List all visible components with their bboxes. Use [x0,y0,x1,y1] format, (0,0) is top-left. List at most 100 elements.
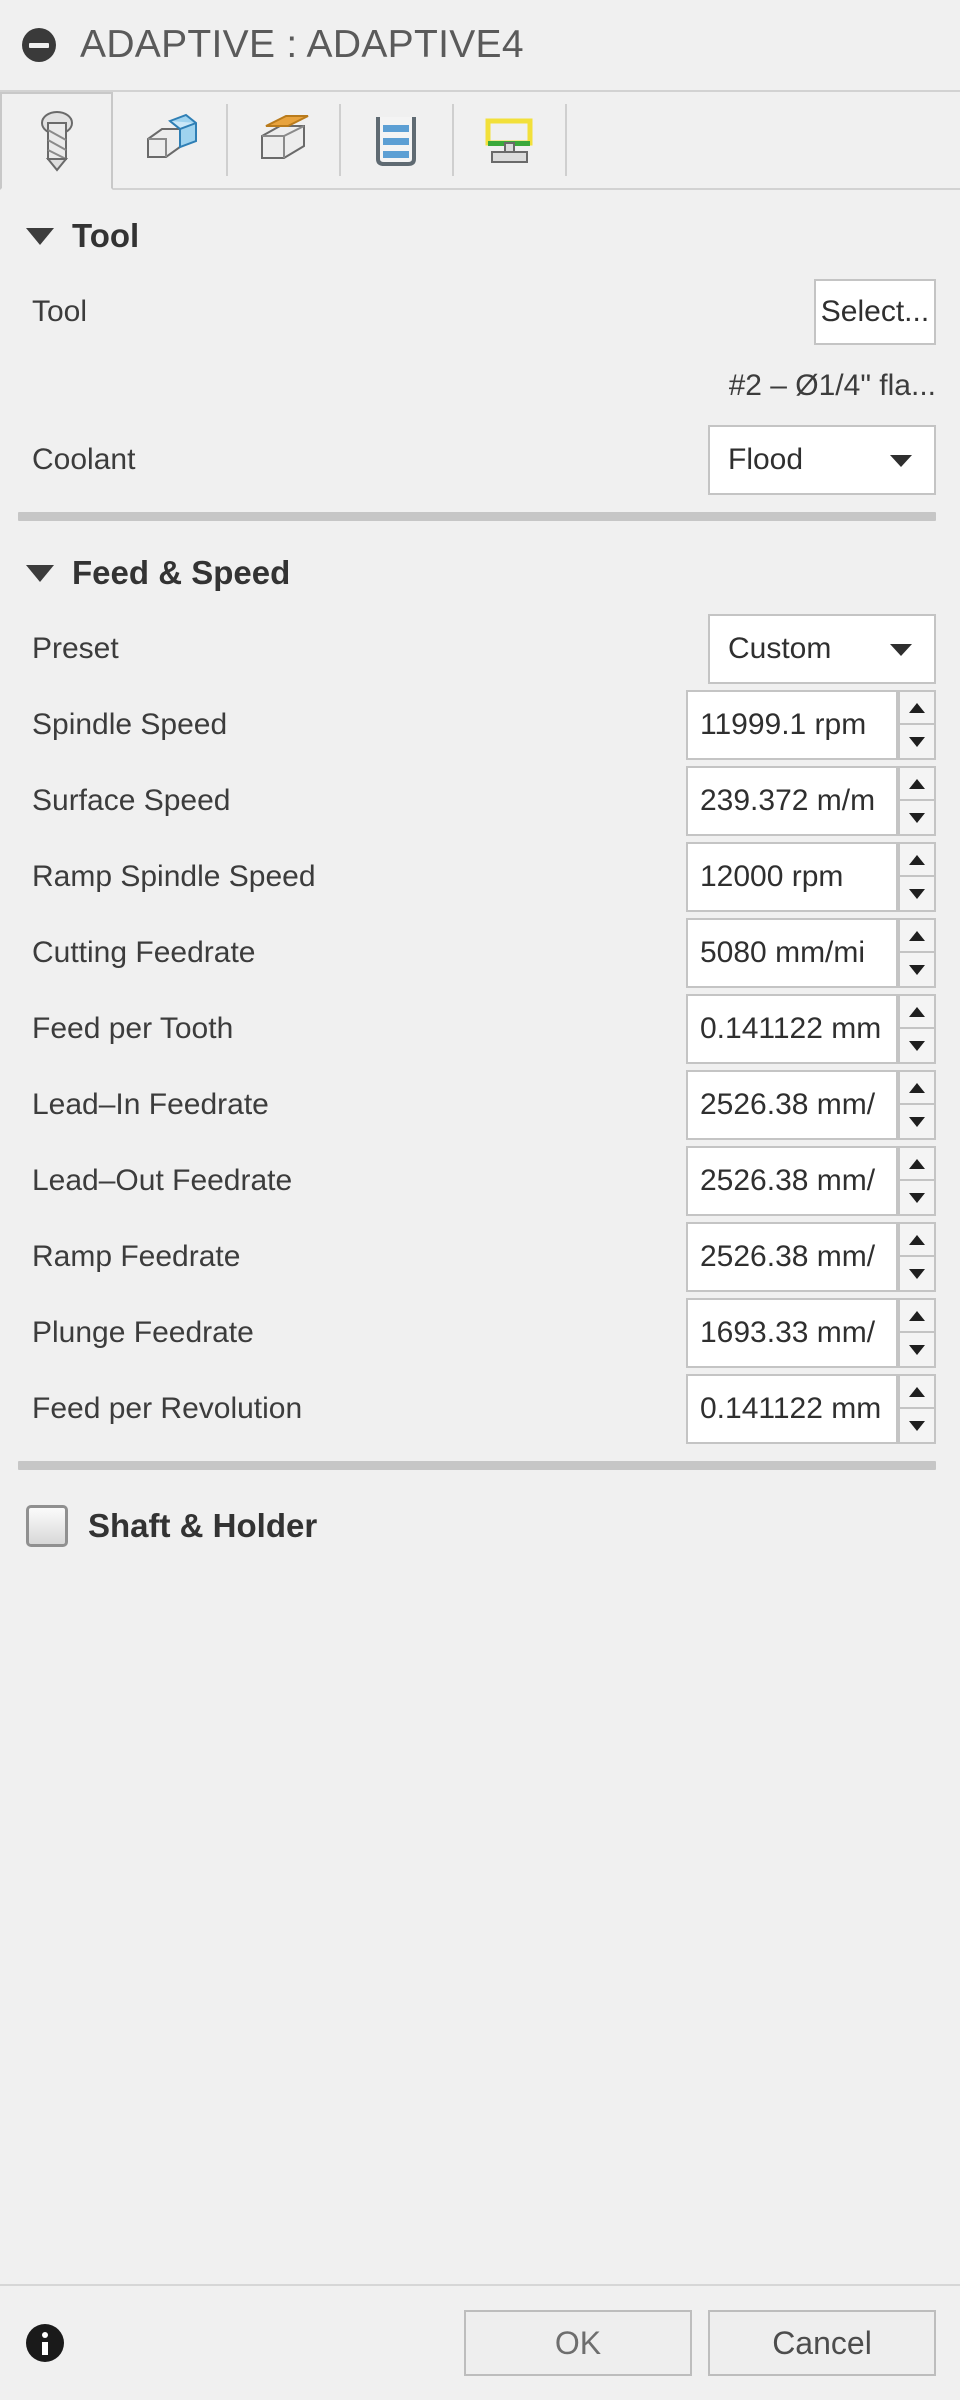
tab-heights[interactable] [226,92,339,188]
input-feed-per-tooth[interactable]: 0.141122 mm [686,994,898,1064]
row-coolant: Coolant Flood [0,422,960,498]
stepper-buttons[interactable] [898,842,936,912]
preset-value: Custom [728,632,832,665]
label-feed-per-tooth: Feed per Tooth [32,1012,234,1045]
input-ramp-spindle-speed[interactable]: 12000 rpm [686,842,898,912]
input-plunge-feedrate[interactable]: 1693.33 mm/ [686,1298,898,1368]
tab-tool[interactable] [0,92,113,190]
stepper-down-button[interactable] [898,1409,936,1444]
caret-down-icon [909,888,925,899]
stepper-up-button[interactable] [898,1070,936,1105]
chevron-down-icon [890,644,912,656]
stepper-buttons[interactable] [898,1374,936,1444]
spinner-cutting-feedrate[interactable]: 5080 mm/mi [686,918,936,988]
row-tool: Tool Select... [0,274,960,350]
stepper-up-button[interactable] [898,994,936,1029]
stepper-down-button[interactable] [898,801,936,836]
stepper-buttons[interactable] [898,1298,936,1368]
stepper-down-button[interactable] [898,877,936,912]
stepper-buttons[interactable] [898,1146,936,1216]
caret-down-icon [909,1192,925,1203]
stepper-up-button[interactable] [898,918,936,953]
label-cutting-feedrate: Cutting Feedrate [32,936,256,969]
label-feed-per-revolution: Feed per Revolution [32,1392,303,1425]
caret-up-icon [909,1386,925,1397]
tab-strip [0,92,960,190]
tab-divider [565,92,567,188]
tab-geometry[interactable] [113,92,226,188]
stepper-down-button[interactable] [898,1181,936,1216]
heights-cube-icon [254,112,312,168]
stepper-down-button[interactable] [898,953,936,988]
label-surface-speed: Surface Speed [32,784,231,817]
value-ramp-feedrate: 2526.38 mm/ [700,1240,876,1273]
caret-down-icon [909,812,925,823]
ok-button[interactable]: OK [464,2310,692,2376]
tab-linking[interactable] [452,92,565,188]
chevron-down-icon [890,455,912,467]
group-header-tool[interactable]: Tool [0,198,960,274]
spinner-feed-per-revolution[interactable]: 0.141122 mm [686,1374,936,1444]
linking-ramp-icon [480,113,538,167]
input-lead-out-feedrate[interactable]: 2526.38 mm/ [686,1146,898,1216]
stepper-buttons[interactable] [898,1222,936,1292]
spinner-spindle-speed[interactable]: 11999.1 rpm [686,690,936,760]
label-spindle-speed: Spindle Speed [32,708,228,741]
caret-up-icon [909,1310,925,1321]
tool-select-button[interactable]: Select... [814,279,936,345]
coolant-dropdown[interactable]: Flood [708,425,936,495]
input-spindle-speed[interactable]: 11999.1 rpm [686,690,898,760]
spinner-lead-out-feedrate[interactable]: 2526.38 mm/ [686,1146,936,1216]
spinner-plunge-feedrate[interactable]: 1693.33 mm/ [686,1298,936,1368]
caret-down-icon [909,1420,925,1431]
shaft-holder-checkbox[interactable] [26,1505,68,1547]
stepper-up-button[interactable] [898,1298,936,1333]
preset-dropdown[interactable]: Custom [708,614,936,684]
stepper-down-button[interactable] [898,1257,936,1292]
info-icon[interactable] [26,2324,64,2362]
input-feed-per-revolution[interactable]: 0.141122 mm [686,1374,898,1444]
value-ramp-spindle-speed: 12000 rpm [700,860,844,893]
spinner-surface-speed[interactable]: 239.372 m/m [686,766,936,836]
spinner-feed-per-tooth[interactable]: 0.141122 mm [686,994,936,1064]
stepper-buttons[interactable] [898,690,936,760]
stepper-up-button[interactable] [898,1374,936,1409]
value-cutting-feedrate: 5080 mm/mi [700,936,866,969]
adaptive-operation-dialog: ADAPTIVE : ADAPTIVE4 Tool Tool Select...… [0,0,960,2400]
stepper-buttons[interactable] [898,1070,936,1140]
minus-circle-icon [22,28,56,62]
chevron-down-icon [26,564,54,582]
stepper-down-button[interactable] [898,1105,936,1140]
dialog-body: Tool Tool Select... #2 – Ø1/4" fla... Co… [0,190,960,2284]
stepper-down-button[interactable] [898,725,936,760]
stepper-up-button[interactable] [898,766,936,801]
stepper-buttons[interactable] [898,918,936,988]
stepper-buttons[interactable] [898,766,936,836]
spinner-lead-in-feedrate[interactable]: 2526.38 mm/ [686,1070,936,1140]
spinner-ramp-feedrate[interactable]: 2526.38 mm/ [686,1222,936,1292]
passes-stepover-icon [369,111,423,169]
caret-down-icon [909,964,925,975]
stepper-buttons[interactable] [898,994,936,1064]
stepper-up-button[interactable] [898,690,936,725]
input-ramp-feedrate[interactable]: 2526.38 mm/ [686,1222,898,1292]
stepper-up-button[interactable] [898,842,936,877]
cancel-button[interactable]: Cancel [708,2310,936,2376]
input-lead-in-feedrate[interactable]: 2526.38 mm/ [686,1070,898,1140]
tab-passes[interactable] [339,92,452,188]
stepper-down-button[interactable] [898,1029,936,1064]
caret-up-icon [909,778,925,789]
group-header-feed-speed[interactable]: Feed & Speed [0,535,960,611]
caret-up-icon [909,1234,925,1245]
stepper-up-button[interactable] [898,1146,936,1181]
stepper-down-button[interactable] [898,1333,936,1368]
input-cutting-feedrate[interactable]: 5080 mm/mi [686,918,898,988]
section-separator [18,512,936,521]
spinner-ramp-spindle-speed[interactable]: 12000 rpm [686,842,936,912]
input-surface-speed[interactable]: 239.372 m/m [686,766,898,836]
group-header-shaft-holder[interactable]: Shaft & Holder [0,1484,960,1568]
row-lead-in-feedrate: Lead–In Feedrate 2526.38 mm/ [0,1067,960,1143]
label-tool: Tool [32,295,88,328]
caret-up-icon [909,1158,925,1169]
stepper-up-button[interactable] [898,1222,936,1257]
